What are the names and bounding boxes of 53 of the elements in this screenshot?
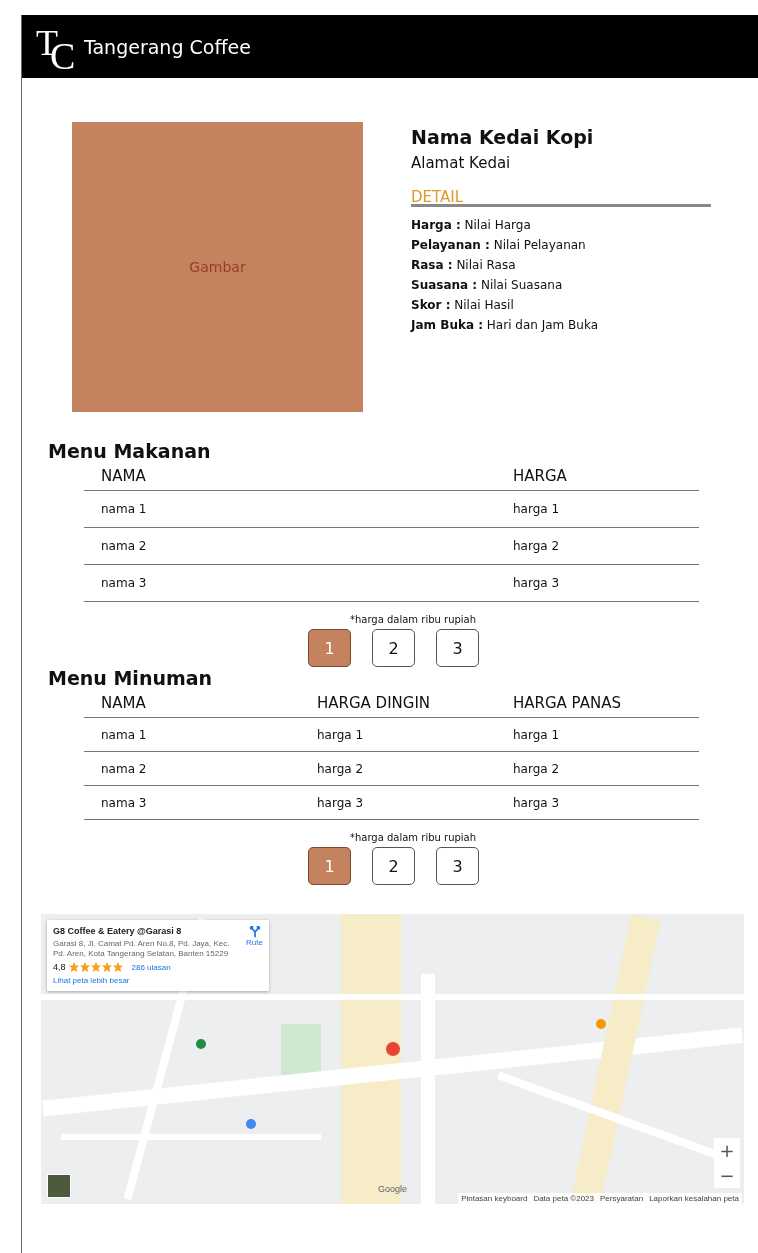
detail-line: Harga : Nilai Harga bbox=[411, 217, 532, 234]
attribution-link[interactable]: Laporkan kesalahan peta bbox=[649, 1194, 739, 1203]
table-cell-text: harga 3 bbox=[316, 795, 365, 810]
table-cell-text: nama 1 bbox=[100, 727, 148, 742]
detail-line: Suasana : Nilai Suasana bbox=[411, 277, 564, 294]
table-cell-text: harga 2 bbox=[512, 761, 561, 776]
reviews-link[interactable]: 286 ulasan bbox=[131, 962, 171, 972]
detail-line: Jam Buka : Hari dan Jam Buka bbox=[411, 317, 599, 334]
table-cell-text: nama 1 bbox=[100, 502, 148, 516]
shop-name: Nama Kedai Kopi bbox=[411, 126, 595, 148]
attribution-link[interactable]: Pintasan keyboard bbox=[461, 1194, 528, 1203]
detail-line: Pelayanan : Nilai Pelayanan bbox=[411, 237, 587, 254]
page-button[interactable]: 2 bbox=[372, 629, 415, 667]
site-title: Tangerang Coffee bbox=[84, 35, 251, 58]
column-header: HARGA DINGIN bbox=[316, 694, 432, 712]
table-cell-text: harga 3 bbox=[512, 795, 561, 810]
place-name: G8 Coffee & Eatery @Garasi 8 bbox=[53, 926, 183, 936]
detail-heading: DETAIL bbox=[411, 188, 464, 206]
detail-line: Skor : Nilai Hasil bbox=[411, 297, 515, 314]
price-note: *harga dalam ribu rupiah bbox=[348, 832, 478, 843]
price-note: *harga dalam ribu rupiah bbox=[348, 614, 478, 625]
larger-map-link[interactable]: Lihat peta lebih besar bbox=[53, 976, 243, 985]
menu-heading: Menu Makanan bbox=[48, 440, 212, 462]
detail-line: Rasa : Nilai Rasa bbox=[411, 257, 517, 274]
table-cell-text: nama 3 bbox=[100, 576, 148, 590]
table-cell-text: harga 2 bbox=[316, 761, 365, 776]
column-header: HARGA PANAS bbox=[512, 694, 622, 712]
table-cell-text: nama 3 bbox=[100, 795, 148, 810]
table-cell-text: harga 1 bbox=[512, 727, 561, 742]
page-button[interactable]: 2 bbox=[372, 847, 415, 885]
attribution-link[interactable]: Persyaratan bbox=[600, 1194, 644, 1203]
table-cell-text: harga 1 bbox=[316, 727, 365, 742]
column-header: NAMA bbox=[100, 694, 147, 712]
table-cell-text: harga 2 bbox=[512, 539, 561, 553]
image-label: Gambar bbox=[189, 259, 246, 275]
table-cell-text: nama 2 bbox=[100, 539, 148, 553]
page-button[interactable]: 3 bbox=[436, 629, 479, 667]
map-logo: Google bbox=[378, 1184, 408, 1194]
attribution-link[interactable]: Data peta ©2023 bbox=[533, 1194, 594, 1203]
table-cell-text: harga 3 bbox=[512, 576, 561, 590]
table-cell-text: nama 2 bbox=[100, 761, 148, 776]
shop-address: Alamat Kedai bbox=[411, 154, 512, 172]
route-button[interactable]: Rute bbox=[246, 926, 263, 952]
layer-thumbnail[interactable] bbox=[47, 1174, 71, 1198]
place-address: Garasi 8, Jl. Camat Pd. Aren No.8, Pd. Jaya, Kec. Pd. Aren, Kota Tangerang Selatan, Banten 15229 bbox=[53, 939, 231, 959]
column-header: HARGA bbox=[512, 467, 568, 485]
menu-heading: Menu Minuman bbox=[48, 667, 214, 689]
table-cell-text: harga 1 bbox=[512, 502, 561, 516]
page-button[interactable]: 3 bbox=[436, 847, 479, 885]
logo-icon: TC bbox=[36, 23, 76, 70]
column-header: NAMA bbox=[100, 467, 147, 485]
rating-value: 4,8 bbox=[53, 962, 66, 972]
directions-icon bbox=[248, 926, 261, 938]
